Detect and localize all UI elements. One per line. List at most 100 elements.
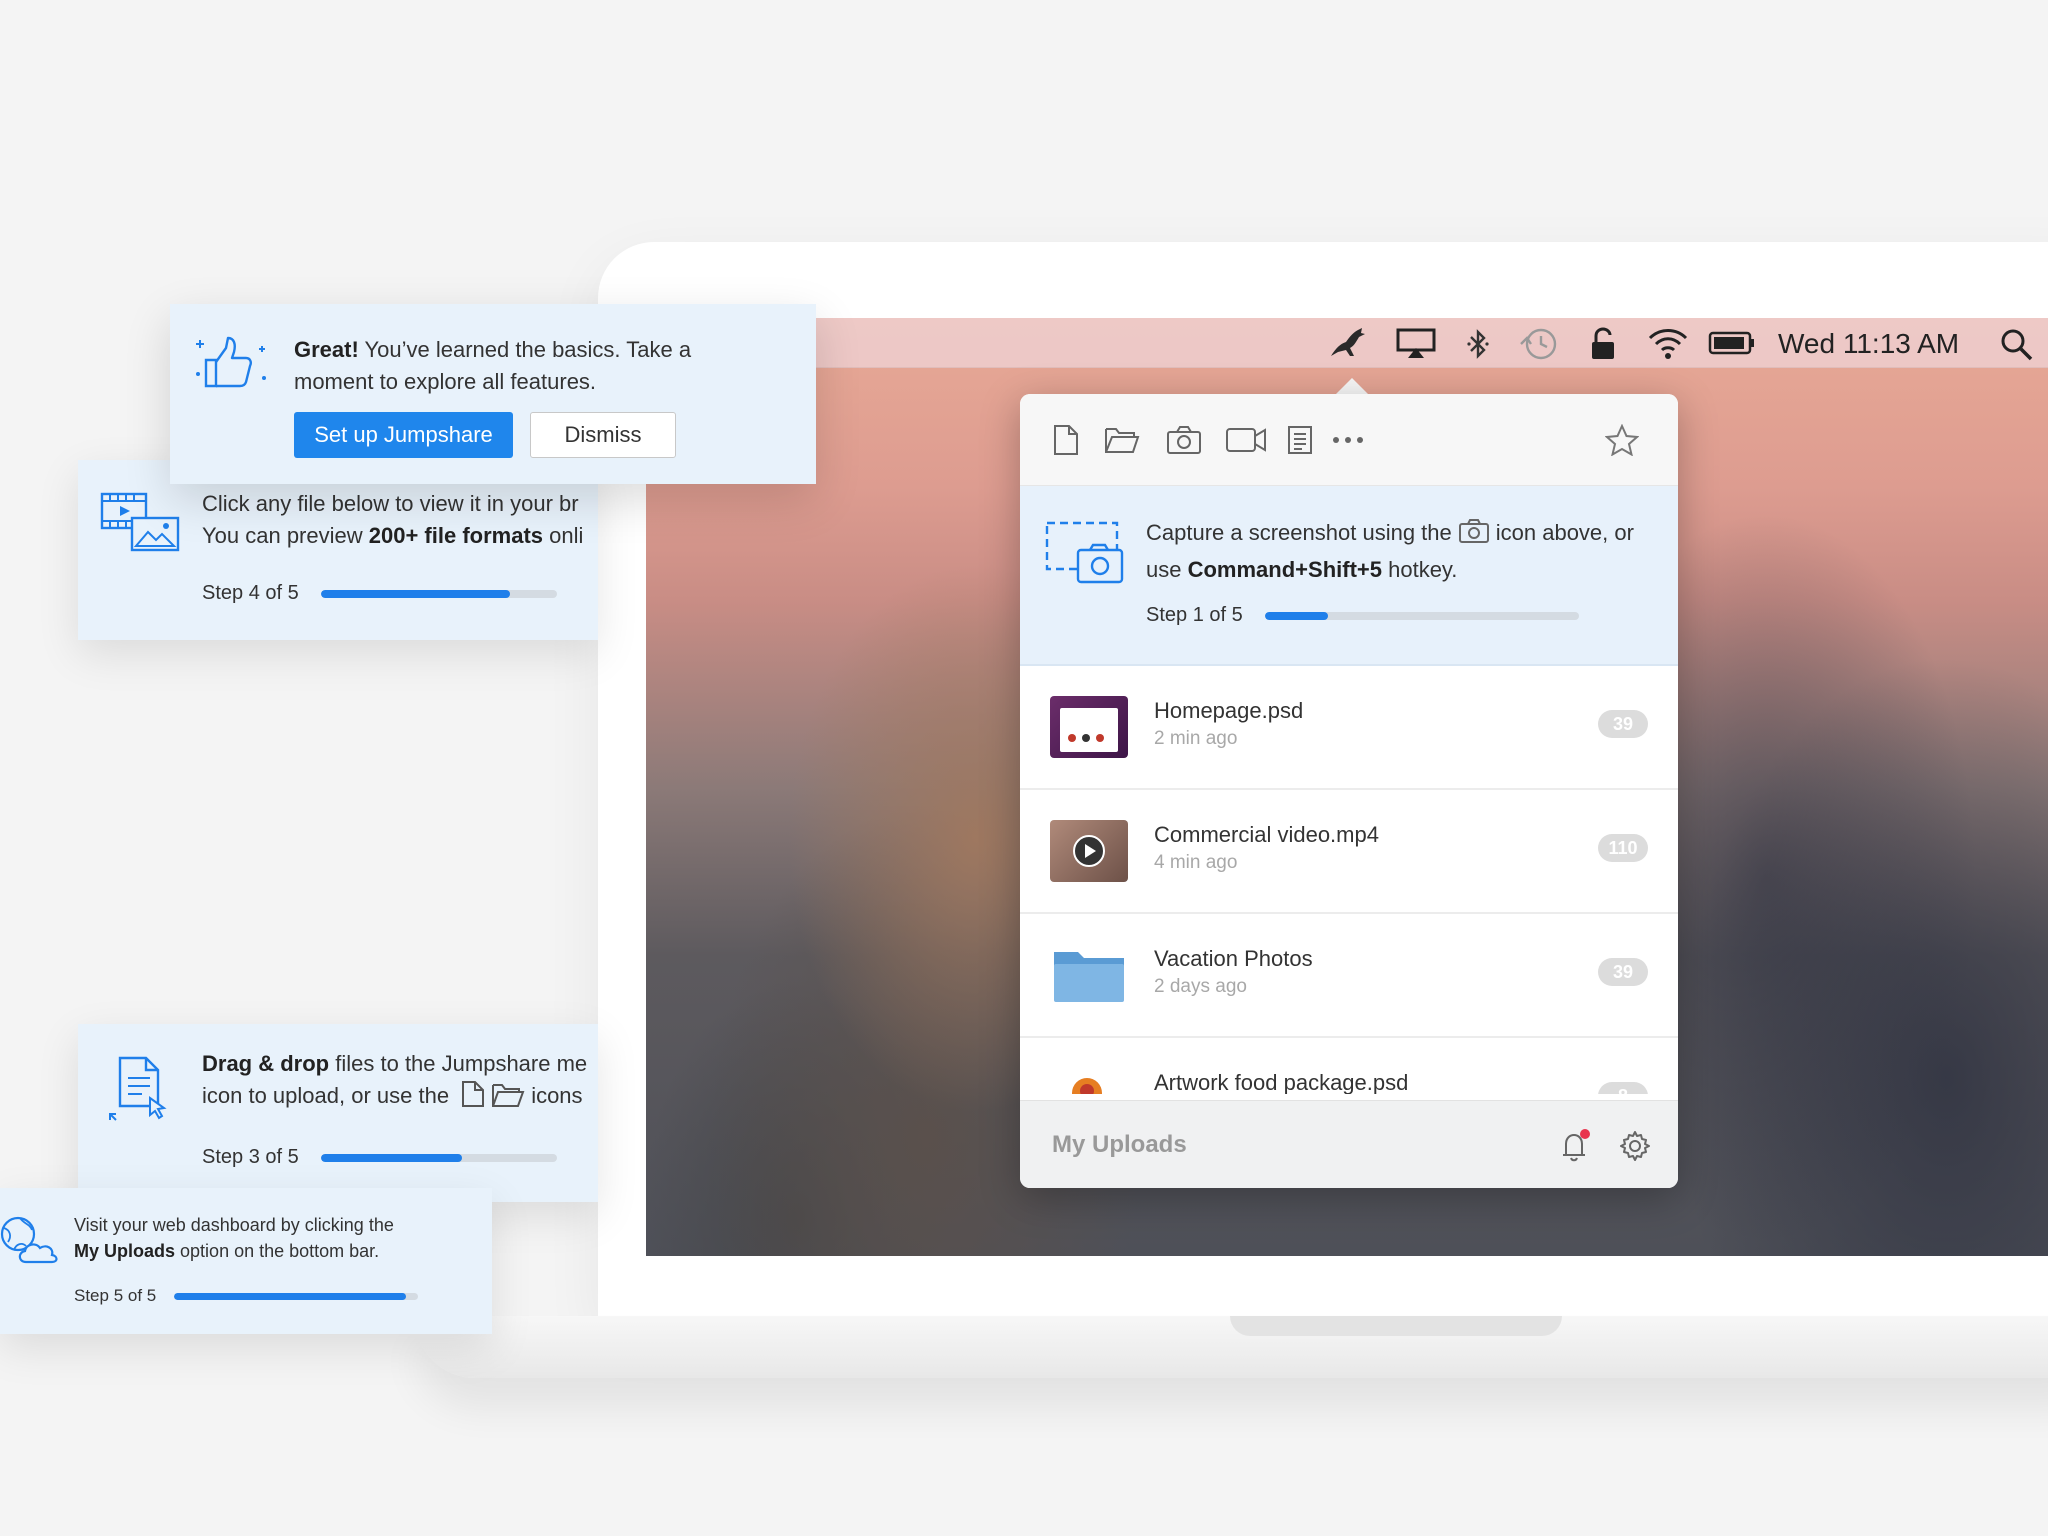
tip-text-part: icons xyxy=(531,1083,583,1108)
inline-file-icon xyxy=(461,1080,485,1117)
tip-line: Visit your web dashboard by clicking the xyxy=(74,1215,394,1235)
view-count-badge: 110 xyxy=(1598,834,1648,862)
thumbs-up-icon xyxy=(194,334,274,399)
tip-text-part: icon to upload, or use the xyxy=(202,1083,450,1108)
time-machine-icon[interactable] xyxy=(1519,327,1559,365)
step-label: Step 3 of 5 xyxy=(202,1146,299,1168)
tip-line: icon to upload, or use the icons xyxy=(202,1080,587,1117)
my-uploads-link[interactable]: My Uploads xyxy=(1052,1131,1187,1159)
tip-line: Great! You’ve learned the basics. Take a xyxy=(294,334,691,366)
inline-folder-icon xyxy=(491,1082,525,1117)
settings-gear-icon[interactable] xyxy=(1618,1129,1652,1168)
popover-toolbar xyxy=(1020,394,1678,486)
progress-bar xyxy=(1264,611,1579,620)
video-camera-icon[interactable] xyxy=(1224,422,1268,458)
file-icon[interactable] xyxy=(1048,422,1084,458)
screenshot-capture-icon xyxy=(1044,520,1126,589)
view-count-badge: 39 xyxy=(1598,710,1648,738)
menu-bar: Wed 11:13 AM xyxy=(646,318,2048,368)
file-time: 2 days ago xyxy=(1154,976,1247,997)
jumpshare-kangaroo-icon[interactable] xyxy=(1328,326,1368,364)
media-preview-icon xyxy=(100,492,182,559)
more-icon[interactable] xyxy=(1330,422,1366,458)
tip-hotkey: Command+Shift+5 xyxy=(1187,557,1382,582)
tip-progress: Step 3 of 5 xyxy=(202,1146,557,1169)
file-name[interactable]: Vacation Photos xyxy=(1154,946,1313,972)
file-name[interactable]: Commercial video.mp4 xyxy=(1154,822,1379,848)
tip-line: You can preview 200+ file formats onli xyxy=(202,520,583,552)
wifi-icon[interactable] xyxy=(1646,326,1690,364)
notification-bell-icon[interactable] xyxy=(1558,1129,1592,1168)
progress-bar xyxy=(174,1292,419,1300)
step-label: Step 1 of 5 xyxy=(1146,604,1243,626)
jumpshare-popover: Capture a screenshot using the icon above… xyxy=(1020,394,1678,1188)
tip-line: My Uploads option on the bottom bar. xyxy=(74,1238,394,1264)
tip-text-part: files to the Jumpshare me xyxy=(335,1051,588,1076)
tip-card-step-5: Visit your web dashboard by clicking the… xyxy=(0,1188,492,1334)
file-name[interactable]: Artwork food package.psd xyxy=(1154,1070,1408,1094)
file-row[interactable]: Commercial video.mp4 4 min ago 110 xyxy=(1020,790,1678,914)
tip-text-part: hotkey. xyxy=(1388,557,1458,582)
video-thumbnail xyxy=(1050,820,1128,882)
folder-icon xyxy=(1050,944,1128,1006)
tip-card-text: Drag & drop files to the Jumpshare me ic… xyxy=(202,1048,587,1117)
tip-line: moment to explore all features. xyxy=(294,369,597,394)
file-row[interactable]: Vacation Photos 2 days ago 39 xyxy=(1020,914,1678,1038)
tip-card-text: Visit your web dashboard by clicking the… xyxy=(74,1212,394,1264)
lock-icon[interactable] xyxy=(1590,327,1616,365)
progress-bar xyxy=(320,1153,557,1162)
tip-card-completed: Great! You’ve learned the basics. Take a… xyxy=(170,304,816,484)
menu-bar-clock[interactable]: Wed 11:13 AM xyxy=(1778,328,1959,360)
globe-cloud-icon xyxy=(0,1214,60,1271)
tip-text-part: option on the bottom bar. xyxy=(180,1241,380,1261)
progress-fill xyxy=(320,1153,463,1162)
file-name[interactable]: Homepage.psd xyxy=(1154,698,1303,724)
file-row[interactable]: Artwork food package.psd 8 xyxy=(1020,1038,1678,1094)
spotlight-search-icon[interactable] xyxy=(2000,328,2034,366)
star-icon[interactable] xyxy=(1604,422,1640,458)
progress-fill xyxy=(320,589,510,598)
note-icon[interactable] xyxy=(1282,422,1318,458)
tip-card-text: Click any file below to view it in your … xyxy=(202,488,583,552)
step-label: Step 5 of 5 xyxy=(74,1286,157,1305)
progress-fill xyxy=(174,1292,407,1300)
file-time: 2 min ago xyxy=(1154,728,1238,749)
tip-card-step-4: Click any file below to view it in your … xyxy=(78,460,598,640)
tip-line: Drag & drop files to the Jumpshare me xyxy=(202,1048,587,1080)
tip-text-part: Capture a screenshot using the xyxy=(1146,520,1452,545)
onboarding-tip-step-1: Capture a screenshot using the icon above… xyxy=(1020,486,1678,666)
camera-icon[interactable] xyxy=(1166,422,1202,458)
file-list[interactable]: Homepage.psd 2 min ago 39 Commercial vid… xyxy=(1020,666,1678,1094)
tip-card-text: Great! You’ve learned the basics. Take a… xyxy=(294,334,691,398)
progress-bar xyxy=(320,589,557,598)
folder-icon[interactable] xyxy=(1104,422,1140,458)
set-up-jumpshare-button[interactable]: Set up Jumpshare xyxy=(294,412,513,458)
tip-progress: Step 5 of 5 xyxy=(74,1286,419,1306)
bluetooth-icon[interactable] xyxy=(1466,328,1490,364)
view-count-badge: 39 xyxy=(1598,958,1648,986)
tip-text-part: onli xyxy=(549,523,584,548)
tip-bold: 200+ file formats xyxy=(368,523,544,548)
tip-progress: Step 1 of 5 xyxy=(1146,604,1579,627)
tip-text: Capture a screenshot using the icon above… xyxy=(1146,516,1646,586)
tip-card-step-3: Drag & drop files to the Jumpshare me ic… xyxy=(78,1024,598,1202)
tip-bold: Great! xyxy=(294,337,359,362)
laptop-notch xyxy=(1230,1316,1562,1336)
view-count-badge: 8 xyxy=(1598,1082,1648,1094)
battery-icon[interactable] xyxy=(1708,330,1756,360)
play-icon xyxy=(1085,844,1096,858)
tip-line: Click any file below to view it in your … xyxy=(202,491,579,516)
tip-text-part: You’ve learned the basics. Take a xyxy=(364,337,692,362)
psd-thumbnail xyxy=(1050,696,1128,758)
drag-drop-file-icon xyxy=(106,1056,172,1127)
tip-bold: My Uploads xyxy=(74,1241,176,1261)
file-time: 4 min ago xyxy=(1154,852,1238,873)
dismiss-button[interactable]: Dismiss xyxy=(530,412,676,458)
airplay-icon[interactable] xyxy=(1396,328,1436,364)
step-label: Step 4 of 5 xyxy=(202,582,299,604)
tip-bold: Drag & drop xyxy=(202,1051,330,1076)
file-row[interactable]: Homepage.psd 2 min ago 39 xyxy=(1020,666,1678,790)
tip-text-part: You can preview xyxy=(202,523,363,548)
inline-camera-icon xyxy=(1458,518,1490,553)
psd-thumbnail xyxy=(1050,1068,1128,1094)
